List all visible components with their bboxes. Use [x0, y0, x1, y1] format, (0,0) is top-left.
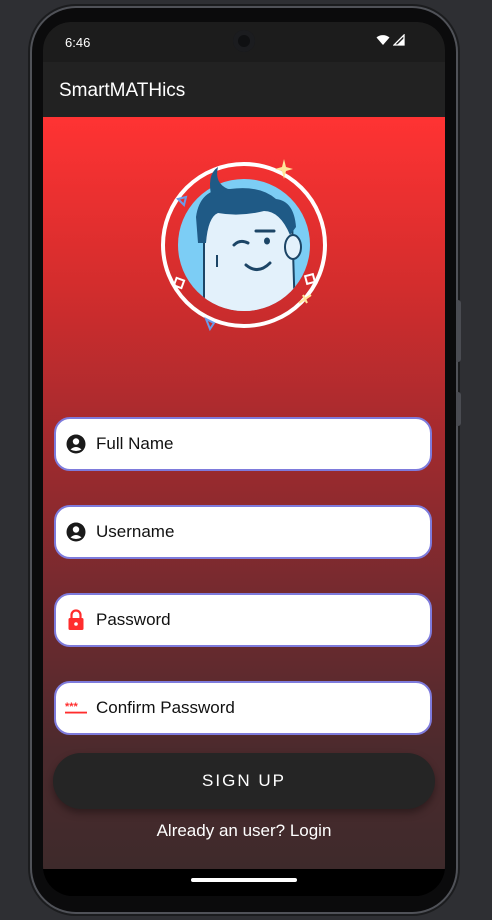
- status-time: 6:46: [65, 35, 91, 50]
- wifi-icon: [376, 35, 390, 45]
- login-link[interactable]: Already an user? Login: [43, 821, 445, 841]
- confirm-password-field[interactable]: ***: [54, 681, 432, 735]
- gesture-nav-bar: [43, 869, 445, 896]
- signup-screen: *** SIGN UP Already an user? Login: [43, 117, 445, 869]
- status-bar: 6:46: [43, 22, 445, 62]
- password-input[interactable]: [94, 609, 398, 631]
- signup-button[interactable]: SIGN UP: [53, 753, 435, 809]
- username-input[interactable]: [94, 521, 398, 543]
- avatar: [156, 147, 336, 337]
- signal-icon: [393, 34, 405, 46]
- username-field[interactable]: [54, 505, 432, 559]
- lock-icon: [65, 609, 87, 631]
- password-field[interactable]: [54, 593, 432, 647]
- volume-button: [456, 300, 461, 362]
- svg-text:***: ***: [65, 701, 79, 713]
- person-icon: [65, 433, 87, 455]
- device-screen: 6:46 SmartMATHics Full Name Username ***…: [43, 22, 445, 896]
- confirm-password-input[interactable]: [94, 697, 398, 719]
- app-title: SmartMATHics: [59, 80, 186, 101]
- winking-boy-avatar-icon: [161, 159, 327, 332]
- full-name-input[interactable]: [94, 433, 398, 455]
- front-camera: [233, 30, 255, 52]
- status-icons: [376, 34, 405, 46]
- password-asterisks-icon: ***: [65, 697, 87, 719]
- full-name-field[interactable]: [54, 417, 432, 471]
- home-gesture-handle[interactable]: [191, 878, 297, 882]
- power-button: [456, 392, 461, 426]
- app-bar: SmartMATHics: [43, 62, 445, 117]
- person-icon: [65, 521, 87, 543]
